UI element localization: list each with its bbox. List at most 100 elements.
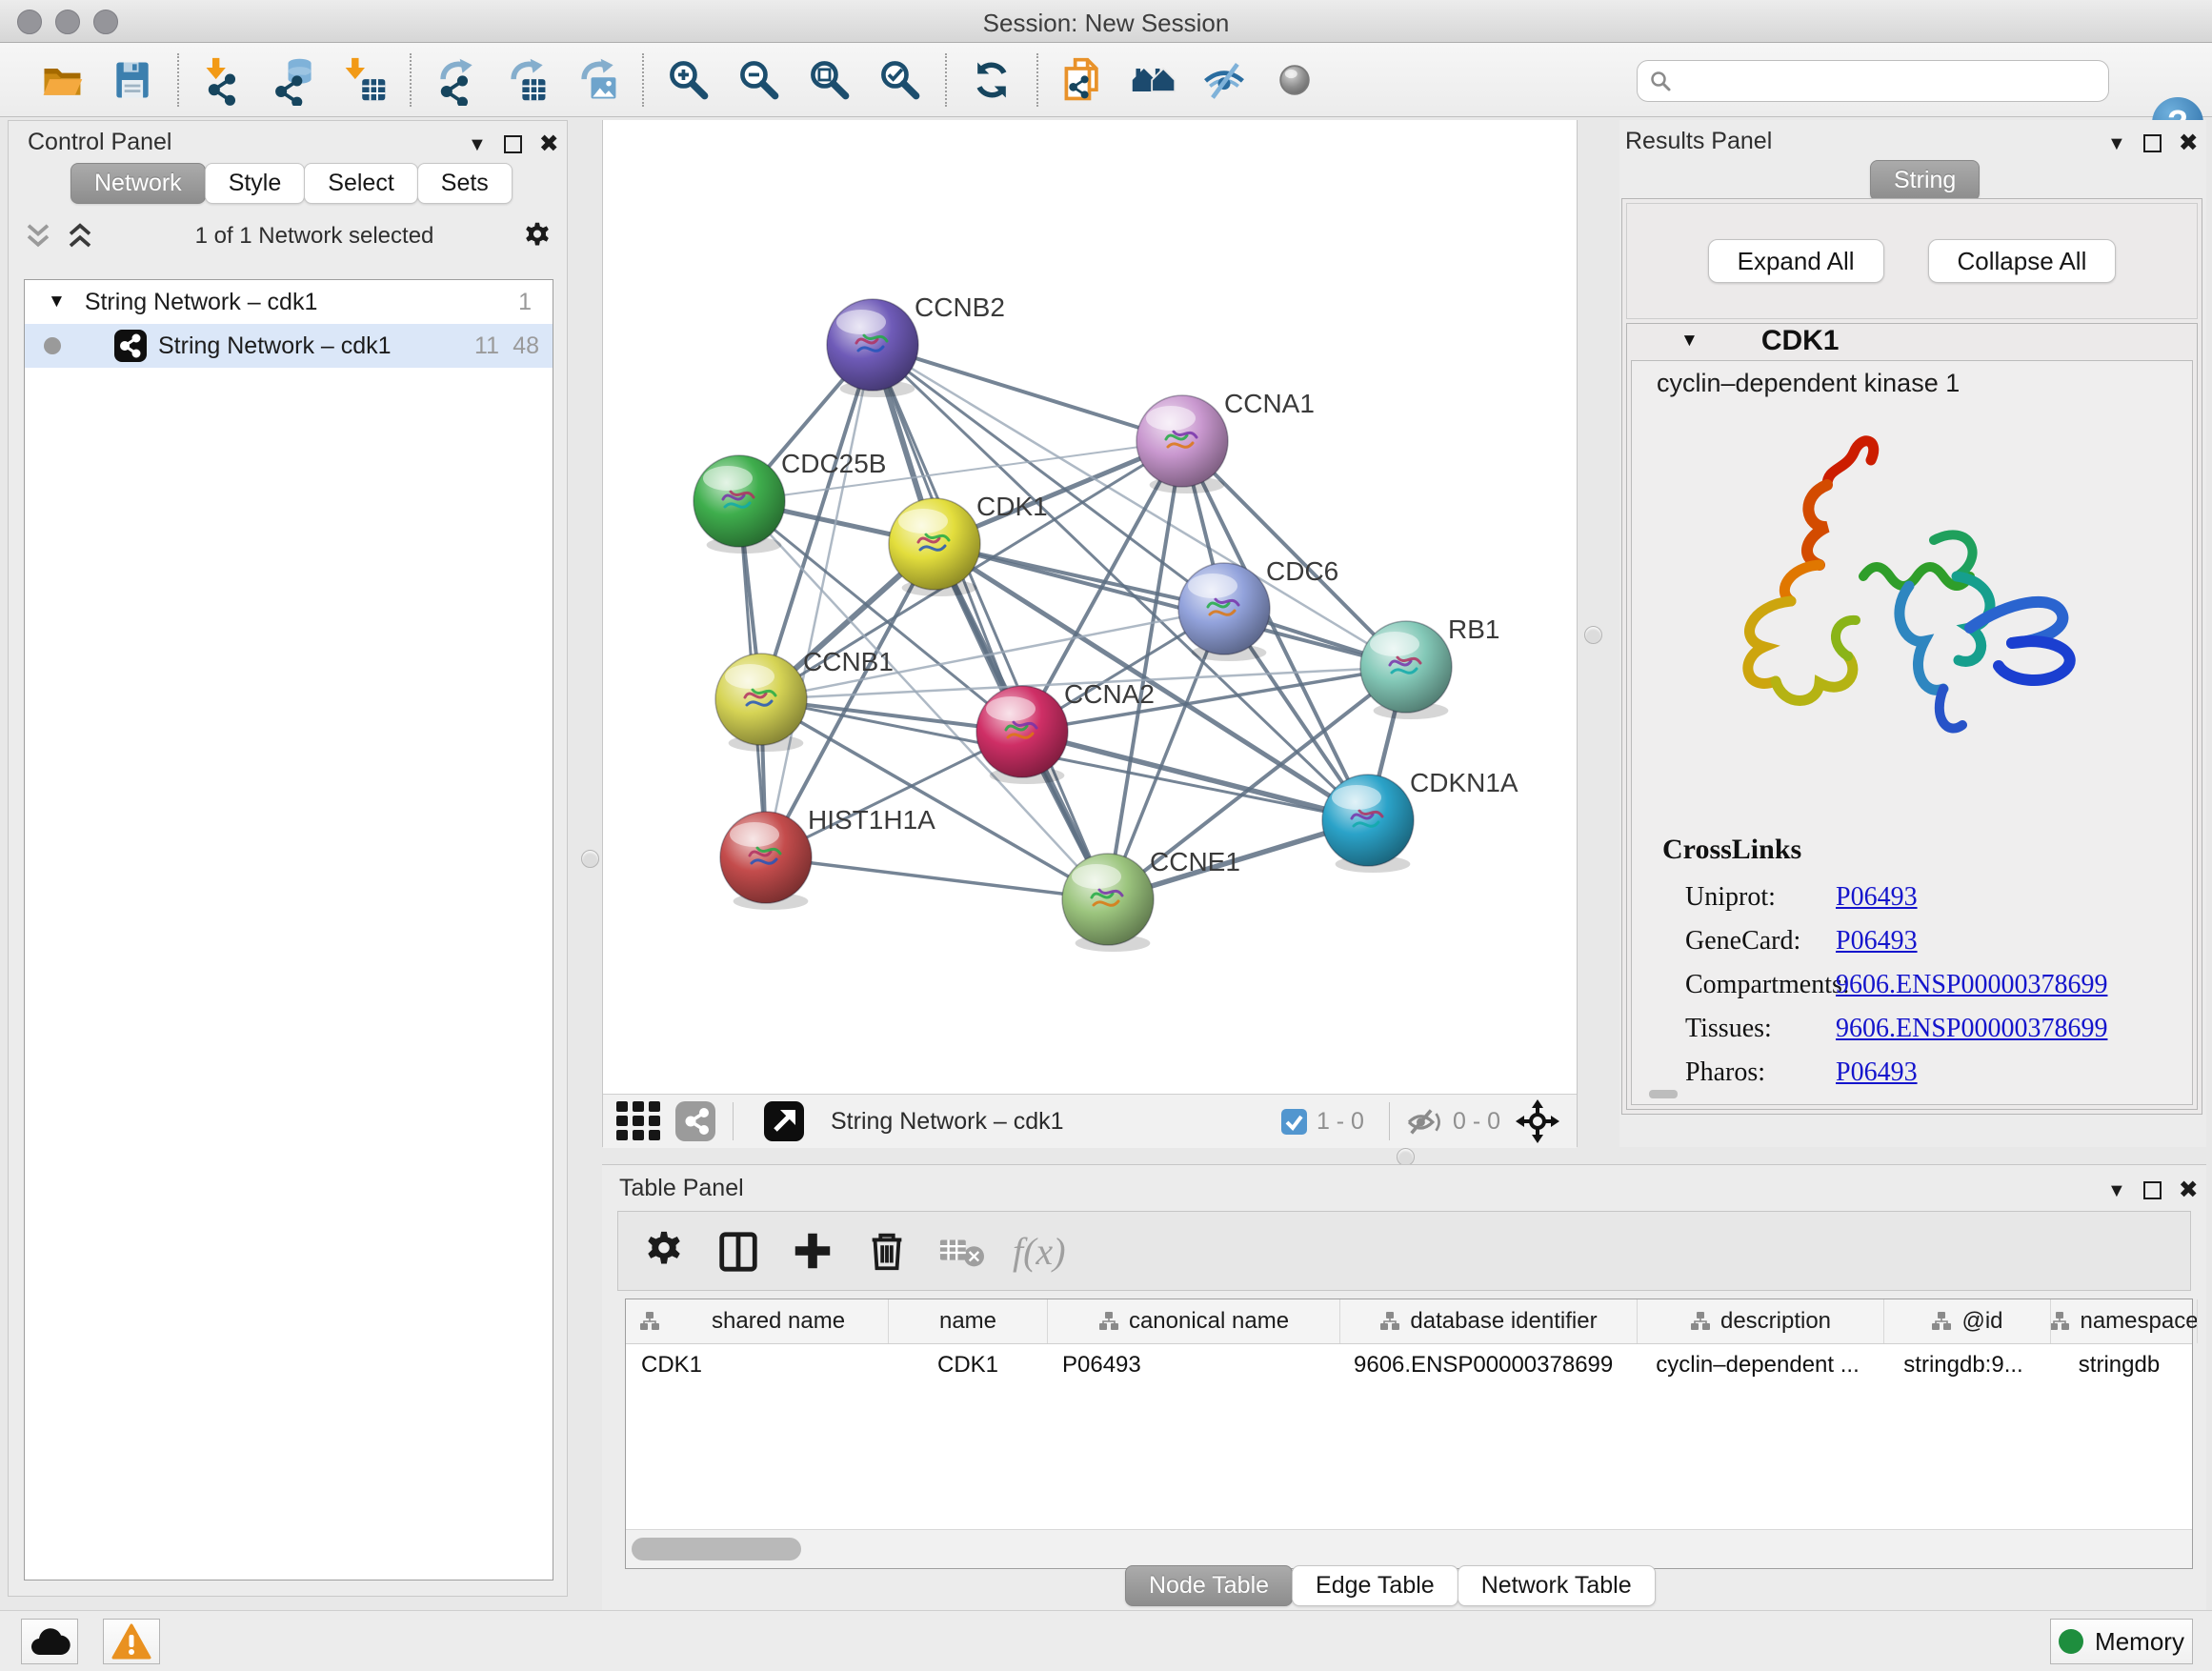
column-header-shared-name[interactable]: shared name	[626, 1299, 889, 1343]
add-column-button[interactable]	[784, 1222, 841, 1279]
gene-card-header[interactable]: ▼ CDK1	[1627, 324, 2197, 358]
zoom-selected-button[interactable]	[871, 51, 930, 109]
table-panel-close-icon[interactable]: ✖	[2179, 1178, 2199, 1202]
collapse-all-button[interactable]: Collapse All	[1928, 239, 2117, 283]
zoom-out-button[interactable]	[730, 51, 789, 109]
tab-sets[interactable]: Sets	[417, 163, 513, 204]
column-header-description[interactable]: description	[1638, 1299, 1884, 1343]
expand-all-button[interactable]: Expand All	[1708, 239, 1884, 283]
tab-network-table[interactable]: Network Table	[1458, 1565, 1656, 1606]
crosslink-link[interactable]: 9606.ENSP00000378699	[1836, 970, 2107, 1000]
selected-indicator-icon[interactable]	[1281, 1109, 1307, 1135]
cell--id[interactable]: stringdb:9...	[1880, 1352, 2046, 1379]
delete-column-button[interactable]	[858, 1222, 915, 1279]
node-CCNE1[interactable]: CCNE1	[1062, 847, 1240, 952]
crosslink-link[interactable]: P06493	[1836, 882, 1918, 913]
node-CCNA1[interactable]: CCNA1	[1136, 389, 1315, 493]
node-RB1[interactable]: RB1	[1360, 614, 1499, 719]
results-panel-close-icon[interactable]: ✖	[2179, 131, 2199, 155]
tab-style[interactable]: Style	[205, 163, 306, 204]
node-HIST1H1A[interactable]: HIST1H1A	[720, 805, 935, 910]
cell-description[interactable]: cyclin–dependent ...	[1635, 1352, 1880, 1379]
column-header-canonical-name[interactable]: canonical name	[1048, 1299, 1340, 1343]
export-table-button[interactable]	[497, 51, 556, 109]
tab-string[interactable]: String	[1870, 160, 1980, 201]
column-header-namespace[interactable]: namespace	[2051, 1299, 2198, 1343]
cell-name[interactable]: CDK1	[889, 1352, 1047, 1379]
tab-edge-table[interactable]: Edge Table	[1292, 1565, 1458, 1606]
collapse-all-icon[interactable]	[24, 222, 52, 251]
node-CDC6[interactable]: CDC6	[1178, 556, 1338, 661]
left-splitter-handle[interactable]	[581, 850, 599, 868]
table-row[interactable]: CDK1CDK1P064939606.ENSP00000378699cyclin…	[626, 1344, 2192, 1386]
cell-database-identifier[interactable]: 9606.ENSP00000378699	[1338, 1352, 1635, 1379]
gene-card-expander-icon[interactable]: ▼	[1680, 331, 1699, 352]
apply-layout-button[interactable]	[962, 51, 1021, 109]
show-grid-icon[interactable]	[616, 1101, 660, 1141]
control-panel-close-icon[interactable]: ✖	[539, 132, 559, 156]
detach-view-icon[interactable]	[762, 1101, 806, 1141]
collection-expander-icon[interactable]: ▼	[48, 292, 66, 312]
control-panel-collapse-icon[interactable]: ▼	[468, 135, 487, 154]
cloud-button[interactable]	[21, 1619, 78, 1664]
node-CDKN1A[interactable]: CDKN1A	[1322, 768, 1518, 873]
crosslink-link[interactable]: P06493	[1836, 1057, 1918, 1088]
network-canvas[interactable]: CCNB2CCNA1CDC25BCDK1CDC6RB1CCNB1CCNA2CDK…	[603, 120, 1577, 1094]
tab-node-table[interactable]: Node Table	[1125, 1565, 1293, 1606]
birdseye-view-icon[interactable]	[1516, 1099, 1559, 1143]
results-panel-collapse-icon[interactable]: ▼	[2107, 134, 2126, 153]
search-field[interactable]	[1637, 60, 2109, 102]
cell-namespace[interactable]: stringdb	[2046, 1352, 2192, 1379]
column-header-database-identifier[interactable]: database identifier	[1340, 1299, 1638, 1343]
settings-gear-button[interactable]	[635, 1222, 693, 1279]
node-CDK1[interactable]: CDK1	[889, 492, 1048, 596]
import-table-button[interactable]	[335, 51, 394, 109]
gene-card-scrollbar[interactable]	[1649, 1090, 1678, 1098]
network-from-file-button[interactable]	[1054, 51, 1113, 109]
results-panel-float-icon[interactable]	[2143, 134, 2162, 152]
cell-canonical-name[interactable]: P06493	[1047, 1352, 1338, 1379]
graphics-details-button[interactable]	[1265, 51, 1324, 109]
delete-table-button[interactable]	[933, 1222, 990, 1279]
scrollbar-thumb[interactable]	[632, 1538, 801, 1560]
network-options-gear-icon[interactable]	[521, 220, 553, 252]
crosslink-link[interactable]: P06493	[1836, 926, 1918, 956]
table-panel-float-icon[interactable]	[2143, 1181, 2162, 1199]
network-thumbnail-icon[interactable]	[674, 1101, 717, 1141]
edge-CCNB2-CCNA1[interactable]	[873, 345, 1182, 441]
node-CDC25B[interactable]: CDC25B	[694, 449, 886, 554]
import-database-button[interactable]	[265, 51, 324, 109]
table-panel-collapse-icon[interactable]: ▼	[2107, 1181, 2126, 1200]
expand-all-icon[interactable]	[66, 222, 94, 251]
hide-unhide-button[interactable]	[1195, 51, 1254, 109]
save-button[interactable]	[103, 51, 162, 109]
node-CCNB1[interactable]: CCNB1	[715, 647, 894, 752]
apply-function-button[interactable]: f(x)	[1013, 1229, 1066, 1274]
edge-CCNE1-HIST1H1A[interactable]	[766, 857, 1108, 899]
split-columns-button[interactable]	[710, 1222, 767, 1279]
import-network-button[interactable]	[194, 51, 253, 109]
zoom-fit-button[interactable]	[800, 51, 859, 109]
node-CCNB2[interactable]: CCNB2	[827, 292, 1005, 397]
open-folder-button[interactable]	[32, 51, 91, 109]
cell-shared-name[interactable]: CDK1	[626, 1352, 889, 1379]
control-panel-float-icon[interactable]	[504, 135, 522, 153]
right-splitter-handle[interactable]	[1584, 626, 1602, 644]
column-header-name[interactable]: name	[889, 1299, 1048, 1343]
edge-CCNB2-HIST1H1A[interactable]	[766, 345, 873, 857]
crosslink-link[interactable]: 9606.ENSP00000378699	[1836, 1014, 2107, 1044]
tab-select[interactable]: Select	[304, 163, 417, 204]
export-network-button[interactable]	[427, 51, 486, 109]
table-horizontal-scrollbar[interactable]	[626, 1529, 2192, 1568]
network-collection-row[interactable]: ▼ String Network – cdk1 1	[25, 280, 553, 324]
node-label-RB1: RB1	[1448, 614, 1499, 644]
network-row-selected[interactable]: String Network – cdk1 11 48	[25, 324, 553, 368]
tab-network[interactable]: Network	[70, 163, 206, 204]
warnings-button[interactable]	[103, 1619, 160, 1664]
zoom-in-button[interactable]	[659, 51, 718, 109]
home-button[interactable]	[1124, 51, 1183, 109]
memory-button[interactable]: Memory	[2050, 1619, 2193, 1664]
export-image-button[interactable]	[568, 51, 627, 109]
column-header--id[interactable]: @id	[1884, 1299, 2051, 1343]
search-input[interactable]	[1672, 68, 2108, 94]
